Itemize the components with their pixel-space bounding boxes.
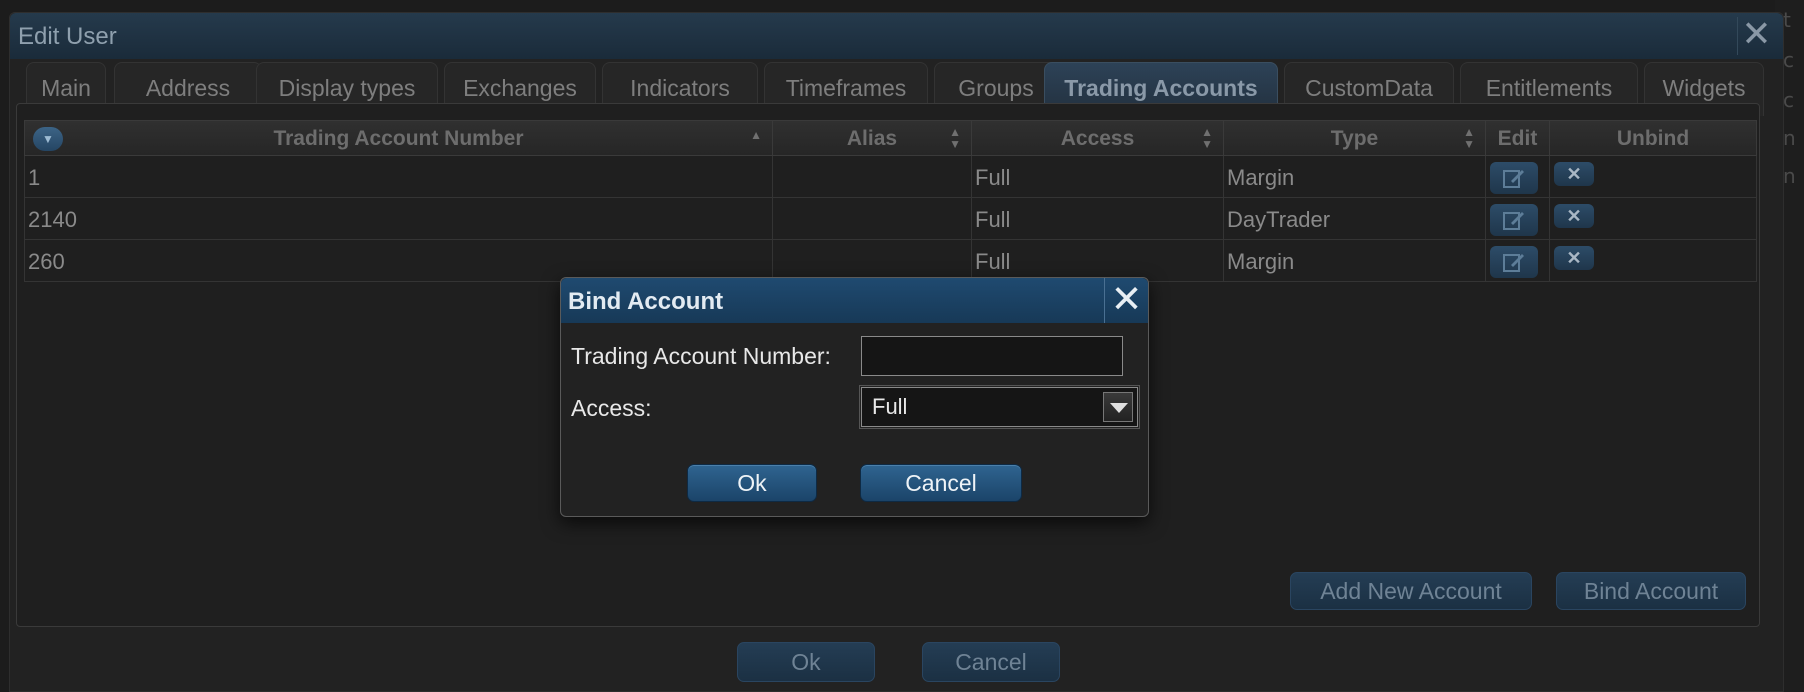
- edit-icon[interactable]: [1490, 246, 1538, 278]
- window-close-icon[interactable]: ✕: [1737, 17, 1775, 55]
- dialog-titlebar: Bind Account ✕: [561, 278, 1148, 323]
- footer-ok-button[interactable]: Ok: [737, 642, 875, 682]
- column-header-type[interactable]: Type ▲ ▼: [1224, 121, 1486, 157]
- bind-account-dialog: Bind Account ✕ Trading Account Number: A…: [560, 277, 1149, 517]
- chevron-down-icon[interactable]: [1103, 392, 1133, 422]
- column-header-access[interactable]: Access ▲ ▼: [972, 121, 1224, 157]
- table-row[interactable]: 1 Full Margin ✕: [24, 156, 1757, 198]
- dialog-close-icon[interactable]: ✕: [1104, 278, 1148, 323]
- add-new-account-button[interactable]: Add New Account: [1290, 572, 1532, 610]
- trading-account-number-label: Trading Account Number:: [571, 343, 831, 369]
- cell-edit: [1486, 198, 1550, 239]
- column-label-number: Trading Account Number: [273, 127, 524, 150]
- access-select[interactable]: Full: [859, 385, 1140, 429]
- sort-icon: ▲ ▼: [1463, 125, 1475, 151]
- unbind-close-icon[interactable]: ✕: [1554, 162, 1594, 186]
- window-titlebar: Edit User ✕: [10, 13, 1783, 59]
- dialog-cancel-button[interactable]: Cancel: [860, 464, 1022, 502]
- column-label-type: Type: [1330, 127, 1379, 150]
- dialog-ok-button[interactable]: Ok: [687, 464, 817, 502]
- sort-icon: ▲ ▼: [949, 125, 961, 151]
- cell-access: Full: [972, 240, 1224, 281]
- trading-account-number-input[interactable]: [861, 336, 1123, 376]
- cell-number: 2140: [25, 198, 773, 239]
- column-header-number[interactable]: ▼ Trading Account Number ▲: [25, 121, 773, 157]
- cell-unbind: ✕: [1550, 240, 1756, 281]
- unbind-close-icon[interactable]: ✕: [1554, 204, 1594, 228]
- filter-icon[interactable]: ▼: [33, 127, 63, 151]
- cell-alias: [773, 198, 972, 239]
- unbind-close-icon[interactable]: ✕: [1554, 246, 1594, 270]
- column-header-unbind: Unbind: [1616, 127, 1690, 150]
- cell-number: 1: [25, 156, 773, 197]
- edit-icon[interactable]: [1490, 204, 1538, 236]
- cell-type: DayTrader: [1224, 198, 1486, 239]
- footer-cancel-button[interactable]: Cancel: [922, 642, 1060, 682]
- column-label-access: Access: [1060, 127, 1135, 150]
- cell-alias: [773, 156, 972, 197]
- cell-access: Full: [972, 198, 1224, 239]
- access-select-value: Full: [872, 394, 908, 419]
- window-title: Edit User: [18, 23, 117, 50]
- cell-edit: [1486, 156, 1550, 197]
- column-header-edit: Edit: [1486, 121, 1550, 157]
- sort-ascending-icon: ▲: [750, 128, 762, 142]
- access-label: Access:: [571, 395, 652, 421]
- cell-access: Full: [972, 156, 1224, 197]
- cell-type: Margin: [1224, 240, 1486, 281]
- cell-edit: [1486, 240, 1550, 281]
- cell-unbind: ✕: [1550, 156, 1756, 197]
- cell-unbind: ✕: [1550, 198, 1756, 239]
- edit-icon[interactable]: [1490, 162, 1538, 194]
- dialog-title: Bind Account: [568, 288, 724, 315]
- column-header-alias[interactable]: Alias ▲ ▼: [773, 121, 972, 157]
- grid-header: ▼ Trading Account Number ▲ Alias ▲ ▼ Acce…: [24, 120, 1757, 157]
- cell-number: 260: [25, 240, 773, 281]
- table-row[interactable]: 2140 Full DayTrader ✕: [24, 198, 1757, 240]
- cell-type: Margin: [1224, 156, 1486, 197]
- cell-alias: [773, 240, 972, 281]
- column-label-alias: Alias: [846, 127, 898, 150]
- bind-account-button[interactable]: Bind Account: [1556, 572, 1746, 610]
- sort-icon: ▲ ▼: [1201, 125, 1213, 151]
- table-row[interactable]: 260 Full Margin ✕: [24, 240, 1757, 282]
